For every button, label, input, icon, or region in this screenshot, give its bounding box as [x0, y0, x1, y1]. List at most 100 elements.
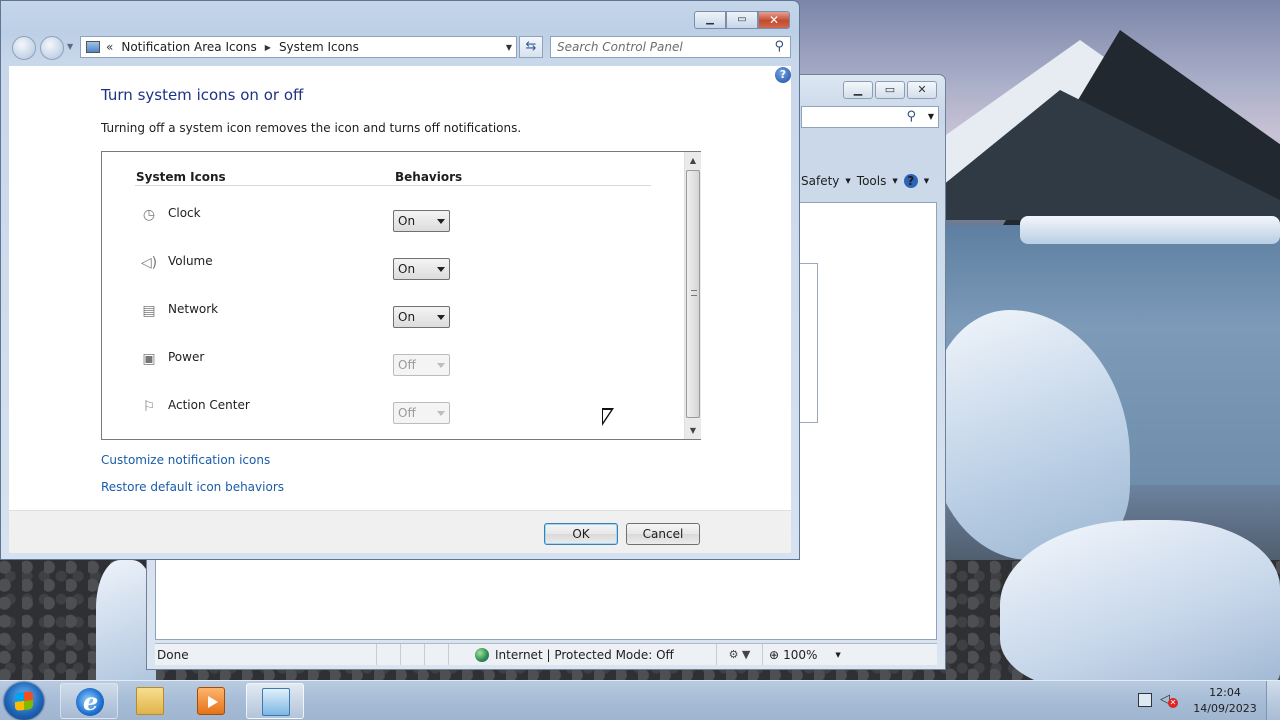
behavior-value: On	[398, 262, 416, 276]
zoom-level: 100%	[783, 647, 818, 662]
start-button[interactable]	[4, 682, 44, 720]
media-player-icon	[197, 687, 225, 715]
addons-icon[interactable]: ⚙ ▼	[717, 644, 763, 665]
ie-search-box[interactable]: ⚲ ▼	[801, 106, 939, 128]
tools-menu[interactable]: Tools	[857, 174, 887, 188]
show-desktop-button[interactable]	[1266, 681, 1280, 720]
taskbar-internet-explorer[interactable]	[60, 683, 118, 719]
list-item-action-center: ⚐ Action Center Off	[138, 396, 468, 424]
behavior-dropdown-power: Off	[393, 354, 450, 376]
scroll-down-icon[interactable]: ▼	[685, 422, 701, 439]
security-zone[interactable]: Internet | Protected Mode: Off	[449, 644, 717, 665]
help-icon[interactable]: ?	[775, 67, 791, 83]
close-button[interactable]: ✕	[758, 11, 790, 29]
chevron-down-icon[interactable]	[437, 267, 445, 272]
volume-icon: ◁)	[140, 255, 158, 271]
customize-notification-icons-link[interactable]: Customize notification icons	[101, 453, 270, 467]
zone-label: Internet | Protected Mode: Off	[495, 647, 674, 662]
taskbar-media-player[interactable]	[182, 683, 240, 719]
chevron-down-icon[interactable]: ▼	[928, 112, 934, 121]
ie-status-bar: Done Internet | Protected Mode: Off ⚙ ▼ …	[155, 643, 937, 665]
windows-explorer-icon	[136, 687, 164, 715]
maximize-button[interactable]: ▭	[875, 81, 905, 99]
list-item-volume: ◁) Volume On	[138, 252, 468, 280]
minimize-button[interactable]: ▁	[843, 81, 873, 99]
address-bar[interactable]: « Notification Area Icons ▶ System Icons…	[80, 36, 517, 58]
status-segment	[401, 644, 425, 665]
iceberg	[1000, 520, 1280, 680]
behavior-value: On	[398, 310, 416, 324]
chevron-down-icon[interactable]	[437, 219, 445, 224]
control-panel-window[interactable]: ▁ ▭ ✕ ▼ « Notification Area Icons ▶ Syst…	[0, 0, 800, 560]
taskbar: ◁✕ 12:04 14/09/2023	[0, 680, 1280, 720]
icon-name: Action Center	[168, 398, 250, 412]
cancel-button[interactable]: Cancel	[626, 523, 700, 545]
close-button[interactable]: ✕	[907, 81, 937, 99]
list-item-power: ▣ Power Off	[138, 348, 468, 376]
vertical-scrollbar[interactable]: ▲ ▼	[684, 152, 701, 439]
internet-explorer-icon	[76, 687, 104, 716]
search-box[interactable]: ⚲	[550, 36, 791, 58]
chevron-down-icon[interactable]: ▼	[835, 644, 840, 666]
dialog-footer: OK Cancel	[9, 510, 791, 553]
forward-button[interactable]	[40, 36, 64, 60]
windows-logo-icon	[15, 691, 33, 711]
chevron-down-icon	[437, 363, 445, 368]
ok-button[interactable]: OK	[544, 523, 618, 545]
zoom-control[interactable]: ⊕ 100% ▼	[763, 644, 841, 666]
behavior-dropdown-network[interactable]: On	[393, 306, 450, 328]
clock-date: 14/09/2023	[1193, 702, 1257, 715]
refresh-button[interactable]: ⇆	[519, 36, 543, 58]
scroll-up-icon[interactable]: ▲	[685, 152, 701, 169]
icon-name: Power	[168, 350, 205, 364]
chevron-down-icon[interactable]	[437, 315, 445, 320]
taskbar-control-panel[interactable]	[246, 683, 304, 719]
restore-default-behaviors-link[interactable]: Restore default icon behaviors	[101, 480, 284, 494]
power-icon: ▣	[142, 351, 156, 367]
taskbar-clock[interactable]: 12:04 14/09/2023	[1188, 685, 1262, 717]
mountain-ridge	[900, 90, 1280, 220]
tray-network-icon[interactable]	[1138, 693, 1152, 707]
search-icon[interactable]: ⚲	[906, 109, 916, 124]
search-icon[interactable]: ⚲	[774, 39, 784, 54]
back-button[interactable]	[12, 36, 36, 60]
clock-time: 12:04	[1209, 686, 1241, 699]
behavior-dropdown-volume[interactable]: On	[393, 258, 450, 280]
ie-inner-panel	[798, 263, 818, 423]
minimize-button[interactable]: ▁	[694, 11, 726, 29]
taskbar-windows-explorer[interactable]	[121, 683, 179, 719]
breadcrumb-separator-icon[interactable]: ▶	[265, 43, 271, 52]
breadcrumb-notification-area-icons[interactable]: Notification Area Icons	[121, 40, 256, 54]
zoom-icon: ⊕	[769, 647, 780, 662]
page-title: Turn system icons on or off	[101, 86, 304, 104]
chevron-down-icon[interactable]: ▼	[924, 177, 929, 185]
safety-menu[interactable]: Safety	[801, 174, 839, 188]
help-icon[interactable]: ?	[903, 174, 918, 188]
ie-command-bar: Safety ▼ Tools ▼ ? ▼	[801, 170, 939, 192]
control-panel-icon	[262, 688, 290, 716]
breadcrumb-system-icons[interactable]: System Icons	[279, 40, 359, 54]
grip-icon	[691, 290, 697, 296]
scrollbar-thumb[interactable]	[686, 170, 700, 418]
tray-volume-muted-icon[interactable]: ◁ ✕	[1160, 692, 1178, 708]
column-header-behaviors: Behaviors	[395, 170, 463, 184]
behavior-dropdown-action-center: Off	[393, 402, 450, 424]
icon-name: Network	[168, 302, 219, 316]
mouse-pointer-icon	[602, 408, 614, 426]
behavior-dropdown-clock[interactable]: On	[393, 210, 450, 232]
chevron-down-icon	[437, 411, 445, 416]
list-item-clock: ◷ Clock On	[138, 204, 468, 232]
chevron-down-icon[interactable]: ▼	[845, 177, 850, 185]
header-divider	[135, 185, 651, 186]
search-input[interactable]	[557, 39, 757, 55]
maximize-button[interactable]: ▭	[726, 11, 758, 29]
page-description: Turning off a system icon removes the ic…	[101, 121, 522, 135]
list-item-network: ▤ Network On	[138, 300, 468, 328]
icon-name: Volume	[168, 254, 213, 268]
caption-buttons: ▁ ▭ ✕	[694, 11, 790, 29]
chevron-down-icon[interactable]: ▼	[892, 177, 897, 185]
double-chevron-icon[interactable]: «	[106, 40, 113, 54]
recent-pages-dropdown[interactable]: ▼	[67, 42, 73, 51]
ie-caption-buttons: ▁ ▭ ✕	[843, 81, 937, 99]
chevron-down-icon[interactable]: ▼	[506, 43, 512, 52]
